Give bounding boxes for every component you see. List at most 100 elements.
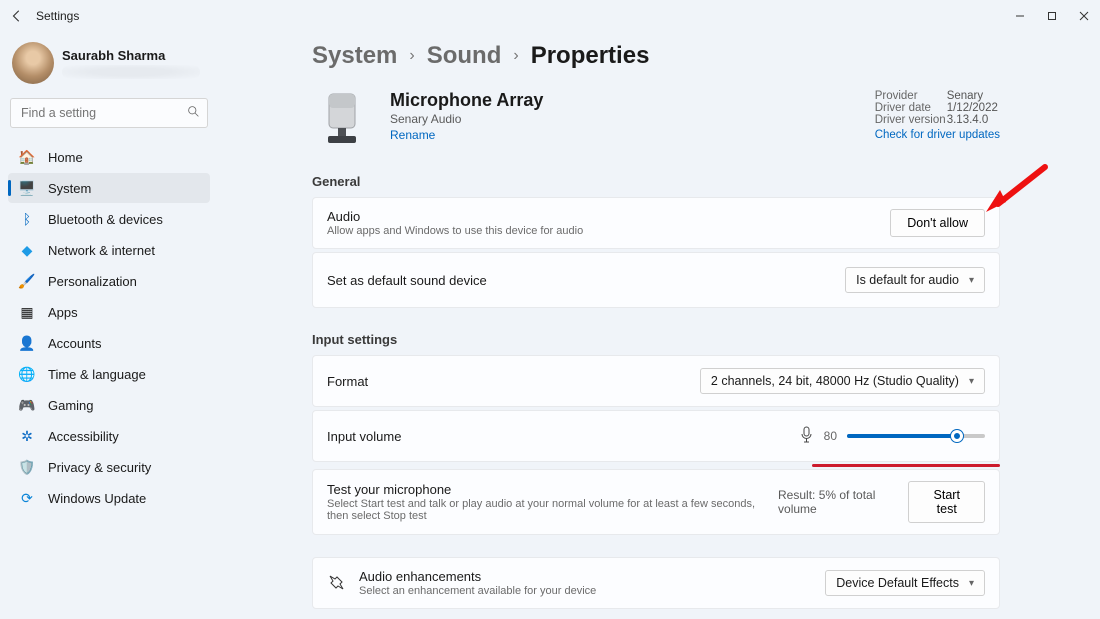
microphone-icon <box>312 90 372 150</box>
user-profile[interactable]: Saurabh Sharma <box>8 42 210 84</box>
search-input[interactable] <box>10 98 208 128</box>
back-button[interactable] <box>8 7 26 25</box>
test-result: Result: 5% of total volume <box>778 488 896 516</box>
chevron-down-icon: ▾ <box>969 376 974 387</box>
section-input: Input settings <box>312 332 1000 347</box>
dont-allow-button[interactable]: Don't allow <box>890 209 985 237</box>
update-icon: ⟳ <box>18 490 36 507</box>
section-general: General <box>312 174 1000 189</box>
nav-label: Accounts <box>48 336 101 351</box>
main-content: System › Sound › Properties Microphone A… <box>220 32 1100 619</box>
close-button[interactable] <box>1068 0 1100 32</box>
network-icon: ◆ <box>18 242 36 259</box>
nav-personalization[interactable]: 🖌️ Personalization <box>8 266 210 296</box>
select-value: Is default for audio <box>856 273 959 287</box>
privacy-icon: 🛡️ <box>18 459 36 476</box>
audio-label: Audio <box>327 209 583 224</box>
accessibility-icon: ✲ <box>18 428 36 445</box>
format-row: Format 2 channels, 24 bit, 48000 Hz (Stu… <box>312 355 1000 407</box>
driver-meta: ProviderSenary Driver date1/12/2022 Driv… <box>875 90 1000 141</box>
search-box[interactable] <box>10 98 208 128</box>
nav-bluetooth[interactable]: ᛒ Bluetooth & devices <box>8 204 210 234</box>
annotation-underline <box>812 464 1000 467</box>
nav-label: Time & language <box>48 367 146 382</box>
rename-link[interactable]: Rename <box>390 128 543 142</box>
volume-label: Input volume <box>327 429 401 444</box>
nav-label: Windows Update <box>48 491 146 506</box>
gaming-icon: 🎮 <box>18 397 36 414</box>
enh-label: Audio enhancements <box>359 569 596 584</box>
nav-label: System <box>48 181 91 196</box>
nav-update[interactable]: ⟳ Windows Update <box>8 483 210 513</box>
test-mic-row: Test your microphone Select Start test a… <box>312 469 1000 535</box>
chevron-down-icon: ▾ <box>969 578 974 589</box>
time-icon: 🌐 <box>18 366 36 383</box>
nav-label: Privacy & security <box>48 460 151 475</box>
user-email-redacted <box>62 65 200 79</box>
avatar <box>12 42 54 84</box>
meta-key: Driver date <box>875 102 947 114</box>
chevron-down-icon: ▾ <box>969 275 974 286</box>
enhancements-select[interactable]: Device Default Effects ▾ <box>825 570 985 596</box>
apps-icon: ▦ <box>18 304 36 321</box>
nav-system[interactable]: 🖥️ System <box>8 173 210 203</box>
window-title: Settings <box>36 9 79 23</box>
test-label: Test your microphone <box>327 482 778 497</box>
volume-slider[interactable] <box>847 434 985 438</box>
meta-val: 1/12/2022 <box>947 102 998 114</box>
accounts-icon: 👤 <box>18 335 36 352</box>
crumb-properties: Properties <box>531 42 650 70</box>
default-label: Set as default sound device <box>327 273 487 288</box>
nav-label: Gaming <box>48 398 94 413</box>
meta-val: Senary <box>947 90 983 102</box>
enh-sub: Select an enhancement available for your… <box>359 585 596 597</box>
nav-privacy[interactable]: 🛡️ Privacy & security <box>8 452 210 482</box>
nav-label: Home <box>48 150 83 165</box>
volume-value: 80 <box>824 429 837 443</box>
select-value: Device Default Effects <box>836 576 959 590</box>
search-icon <box>187 105 200 121</box>
input-volume-row: Input volume 80 <box>312 410 1000 462</box>
nav-label: Apps <box>48 305 78 320</box>
home-icon: 🏠 <box>18 149 36 166</box>
personalization-icon: 🖌️ <box>18 273 36 290</box>
breadcrumb: System › Sound › Properties <box>312 42 1000 70</box>
maximize-button[interactable] <box>1036 0 1068 32</box>
nav-label: Bluetooth & devices <box>48 212 163 227</box>
crumb-sound[interactable]: Sound <box>427 42 502 70</box>
default-device-select[interactable]: Is default for audio ▾ <box>845 267 985 293</box>
bluetooth-icon: ᛒ <box>18 211 36 227</box>
meta-val: 3.13.4.0 <box>947 114 989 126</box>
nav-gaming[interactable]: 🎮 Gaming <box>8 390 210 420</box>
test-sub: Select Start test and talk or play audio… <box>327 498 778 522</box>
nav-label: Accessibility <box>48 429 119 444</box>
device-subtitle: Senary Audio <box>390 112 543 126</box>
check-updates-link[interactable]: Check for driver updates <box>875 129 1000 141</box>
audio-enhancements-row[interactable]: Audio enhancements Select an enhancement… <box>312 557 1000 609</box>
sidebar: Saurabh Sharma 🏠 Home 🖥️ System ᛒ Bluetooth… <box>0 32 220 619</box>
format-select[interactable]: 2 channels, 24 bit, 48000 Hz (Studio Qua… <box>700 368 985 394</box>
nav-network[interactable]: ◆ Network & internet <box>8 235 210 265</box>
system-icon: 🖥️ <box>18 180 36 197</box>
nav-home[interactable]: 🏠 Home <box>8 142 210 172</box>
crumb-system[interactable]: System <box>312 42 397 70</box>
device-name: Microphone Array <box>390 90 543 111</box>
default-device-row: Set as default sound device Is default f… <box>312 252 1000 308</box>
enhancements-icon <box>327 573 345 594</box>
nav-time[interactable]: 🌐 Time & language <box>8 359 210 389</box>
start-test-button[interactable]: Start test <box>908 481 985 523</box>
audio-sub: Allow apps and Windows to use this devic… <box>327 225 583 237</box>
mic-icon <box>799 426 814 446</box>
minimize-button[interactable] <box>1004 0 1036 32</box>
user-name: Saurabh Sharma <box>62 48 200 63</box>
nav-accessibility[interactable]: ✲ Accessibility <box>8 421 210 451</box>
meta-key: Driver version <box>875 114 947 126</box>
select-value: 2 channels, 24 bit, 48000 Hz (Studio Qua… <box>711 374 959 388</box>
meta-key: Provider <box>875 90 947 102</box>
chevron-right-icon: › <box>513 47 518 65</box>
chevron-right-icon: › <box>409 47 414 65</box>
nav-label: Personalization <box>48 274 137 289</box>
nav-apps[interactable]: ▦ Apps <box>8 297 210 327</box>
nav-label: Network & internet <box>48 243 155 258</box>
nav-accounts[interactable]: 👤 Accounts <box>8 328 210 358</box>
